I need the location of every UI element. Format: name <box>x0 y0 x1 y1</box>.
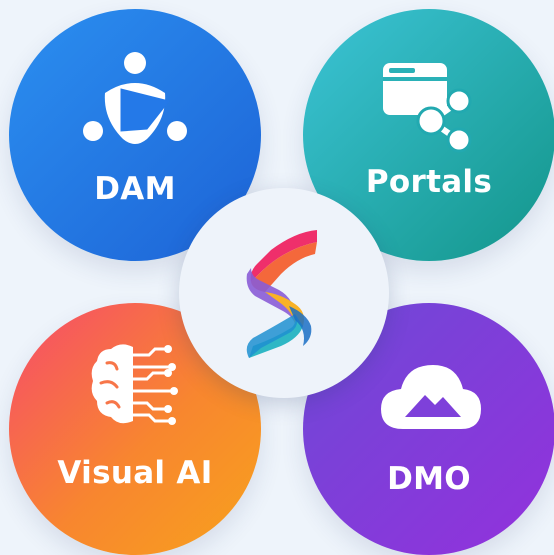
brand-s-logo <box>246 230 317 358</box>
people-play-icon <box>83 52 187 144</box>
portals-label: Portals <box>365 164 493 200</box>
browser-share-icon <box>383 63 472 153</box>
brain-circuit-icon <box>91 344 178 425</box>
cloud-image-icon <box>381 365 481 429</box>
dmo-label: DMO <box>387 461 471 497</box>
visual-ai-label: Visual AI <box>57 455 213 491</box>
product-diagram: DAM Portals Visual AI DMO <box>0 0 554 555</box>
dam-label: DAM <box>94 171 176 207</box>
center-hub <box>179 188 389 398</box>
